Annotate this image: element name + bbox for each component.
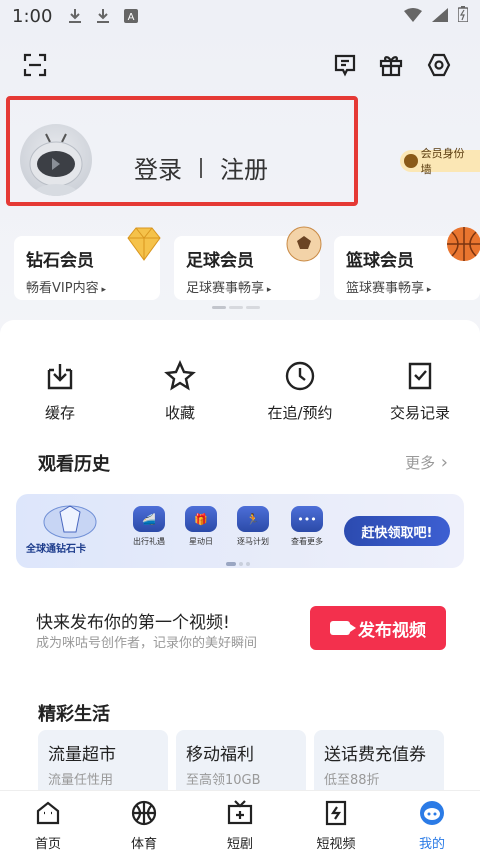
- life-card-title: 移动福利: [186, 745, 254, 765]
- diamond-card-icon: [43, 505, 97, 539]
- a-badge-icon: A: [122, 7, 140, 25]
- settings-icon[interactable]: [424, 50, 454, 80]
- short-video-icon: [325, 800, 347, 826]
- avatar[interactable]: [20, 124, 92, 196]
- tab-label: 我的: [418, 837, 445, 852]
- membership-card-diamond[interactable]: 钻石会员 畅看VIP内容: [14, 227, 161, 300]
- receipt-icon: [408, 362, 432, 390]
- scan-icon[interactable]: [20, 50, 50, 80]
- badge-wall-label: 会员身份墙: [420, 147, 465, 176]
- membership-subtitle: 畅看VIP内容: [26, 277, 148, 296]
- home-icon: [36, 801, 60, 825]
- mine-mascot-icon: [420, 801, 444, 825]
- quick-action-transactions[interactable]: 交易记录: [360, 360, 480, 423]
- register-link[interactable]: 注册: [220, 150, 268, 185]
- tv-plus-icon: [227, 800, 253, 825]
- quick-action-label: 收藏: [164, 404, 195, 422]
- banner-brand: 全球通钻石卡: [26, 544, 86, 555]
- download-icon: [94, 7, 112, 25]
- basketball-icon: [447, 227, 480, 261]
- video-camera-icon: [330, 621, 356, 635]
- gift-box-icon: 🎁: [185, 506, 217, 532]
- diamond-icon: [127, 227, 161, 261]
- main-panel: 缓存 收藏 在追/预约 交易记录 观看历史 更多 全球通钻石卡: [0, 320, 480, 810]
- tab-short-video[interactable]: 短视频: [288, 791, 384, 852]
- wifi-icon: [404, 7, 422, 26]
- upload-title: 快来发布你的第一个视频!: [36, 613, 230, 633]
- life-card-subtitle: 流量任性用: [48, 773, 114, 788]
- quick-action-following[interactable]: 在追/预约: [240, 360, 360, 423]
- quick-actions: 缓存 收藏 在追/预约 交易记录: [0, 360, 480, 423]
- history-title: 观看历史: [38, 454, 110, 475]
- life-title: 精彩生活: [38, 704, 110, 725]
- membership-card-football[interactable]: 足球会员 足球赛事畅享: [174, 226, 322, 300]
- battery-icon: [457, 6, 469, 26]
- banner-pager: [226, 562, 250, 566]
- download-icon: [66, 7, 84, 25]
- banner-item-label: 星动日: [189, 537, 213, 546]
- bottom-tab-bar: 首页 体育 短剧 短视频 我的: [0, 790, 480, 852]
- membership-subtitle: 篮球赛事畅享: [346, 277, 468, 296]
- tab-mine[interactable]: 我的: [384, 791, 480, 852]
- membership-subtitle: 足球赛事畅享: [186, 277, 308, 296]
- login-link[interactable]: 登录: [134, 150, 182, 185]
- divider: [200, 157, 202, 178]
- upload-subtitle: 成为咪咕号创作者，记录你的美好瞬间: [36, 636, 258, 651]
- life-card-subtitle: 低至88折: [324, 773, 380, 788]
- tab-label: 短视频: [316, 837, 356, 852]
- life-card-subtitle: 至高领10GB: [186, 773, 261, 788]
- banner-item-horse-plan[interactable]: 🏃 逐马计划: [228, 506, 278, 547]
- publish-video-button[interactable]: 发布视频: [310, 606, 446, 650]
- banner-item-more[interactable]: ••• 查看更多: [282, 506, 332, 547]
- runner-icon: 🏃: [237, 506, 269, 532]
- history-more-link[interactable]: 更多: [405, 452, 448, 473]
- banner-item-label: 查看更多: [291, 537, 323, 546]
- astronaut-avatar-icon: [29, 133, 83, 196]
- status-time: 1:00: [12, 5, 53, 27]
- tab-label: 首页: [34, 837, 61, 852]
- quick-action-label: 交易记录: [389, 404, 450, 422]
- banner-item-label: 出行礼遇: [133, 537, 165, 546]
- basketball-tab-icon: [131, 800, 157, 826]
- banner-item-label: 逐马计划: [237, 537, 269, 546]
- membership-pager: [212, 306, 260, 309]
- svg-text:A: A: [128, 12, 135, 23]
- football-icon: [286, 226, 322, 262]
- status-bar: 1:00 A: [0, 0, 480, 32]
- clock-icon: [285, 361, 315, 391]
- top-action-bar: [0, 50, 480, 90]
- gift-icon[interactable]: [376, 50, 406, 80]
- download-box-icon: [47, 364, 73, 390]
- quick-action-label: 在追/预约: [267, 404, 333, 422]
- user-badge-icon: [404, 154, 418, 168]
- life-card-title: 送话费充值券: [324, 745, 426, 765]
- more-dots-icon: •••: [291, 506, 323, 532]
- membership-cards: 钻石会员 畅看VIP内容 足球会员 足球赛事畅享 篮球会员 篮球赛事畅享: [14, 226, 480, 300]
- tab-sports[interactable]: 体育: [96, 791, 192, 852]
- star-icon: [164, 360, 196, 391]
- membership-card-basketball[interactable]: 篮球会员 篮球赛事畅享: [334, 227, 480, 300]
- tab-short-drama[interactable]: 短剧: [192, 791, 288, 852]
- banner-claim-button[interactable]: 赶快领取吧!: [344, 516, 450, 546]
- profile-login-area[interactable]: 登录 注册: [6, 96, 358, 206]
- quick-action-favorites[interactable]: 收藏: [120, 360, 240, 423]
- banner-item-star-day[interactable]: 🎁 星动日: [176, 506, 226, 547]
- life-card-title: 流量超市: [48, 745, 116, 765]
- quick-action-label: 缓存: [44, 404, 75, 422]
- login-register: 登录 注册: [134, 150, 268, 185]
- tab-label: 短剧: [226, 837, 253, 852]
- message-icon[interactable]: [330, 50, 360, 80]
- promo-banner[interactable]: 全球通钻石卡 🚄 出行礼遇 🎁 星动日 🏃 逐马计划 ••• 查看更多 赶快领取…: [16, 494, 464, 568]
- tab-label: 体育: [130, 837, 157, 852]
- train-icon: 🚄: [133, 506, 165, 532]
- tab-home[interactable]: 首页: [0, 791, 96, 852]
- quick-action-cache[interactable]: 缓存: [0, 360, 120, 423]
- member-badge-wall-button[interactable]: 会员身份墙: [400, 147, 480, 176]
- publish-video-label: 发布视频: [358, 620, 426, 641]
- banner-item-travel[interactable]: 🚄 出行礼遇: [124, 506, 174, 547]
- signal-icon: [432, 7, 448, 26]
